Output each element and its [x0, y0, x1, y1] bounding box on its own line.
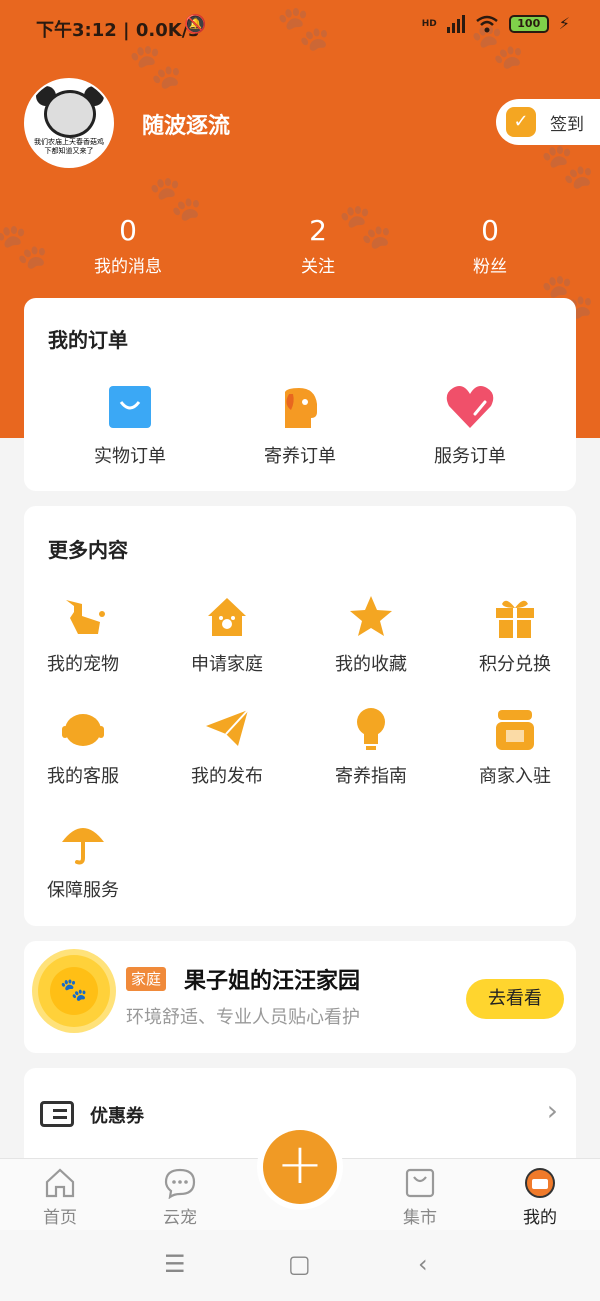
tab-mine[interactable]: 我的 [495, 1167, 585, 1228]
tab-cloud-pet[interactable]: 云宠 [135, 1167, 225, 1228]
stat-messages[interactable]: 0 我的消息 [63, 214, 193, 277]
order-label: 服务订单 [434, 446, 506, 467]
gift-icon [492, 594, 538, 640]
tab-label: 我的 [523, 1208, 557, 1228]
signal-icon [446, 14, 465, 33]
stat-label: 我的消息 [94, 257, 162, 277]
menu-icon[interactable]: ☰ [164, 1250, 186, 1278]
promo-title: 果子姐的汪汪家园 [184, 969, 361, 994]
more-item-merchant-join[interactable]: 商家入驻 [450, 706, 580, 788]
dog-icon [60, 594, 106, 640]
more-content-card: 更多内容 我的宠物 申请家庭 我的收藏 积分兑换 我的客服 我的发布 寄养指南 … [24, 506, 576, 926]
bag-icon [404, 1167, 436, 1199]
battery-level: 100 [517, 16, 541, 30]
more-item-apply-family[interactable]: 申请家庭 [162, 594, 292, 676]
panda-face-icon [44, 90, 96, 138]
battery-icon: 100 [508, 14, 549, 33]
stat-value: 0 [119, 214, 137, 247]
paw-print-decoration: 🐾 [540, 141, 595, 192]
promo-view-button[interactable]: 去看看 [466, 979, 564, 1019]
tab-label: 云宠 [163, 1208, 197, 1228]
back-icon[interactable]: ‹ [418, 1250, 428, 1278]
heart-icon [446, 384, 494, 430]
dog-icon [277, 384, 323, 430]
more-item-label: 保障服务 [47, 880, 119, 901]
order-label: 寄养订单 [264, 446, 336, 467]
status-time: 下午3:12 | 0.0K/s [36, 20, 200, 41]
username[interactable]: 随波逐流 [142, 108, 230, 140]
tab-home[interactable]: 首页 [15, 1167, 105, 1228]
more-item-favorites[interactable]: 我的收藏 [306, 594, 436, 676]
tab-market[interactable]: 集市 [375, 1167, 465, 1228]
chat-icon [164, 1167, 196, 1200]
order-physical[interactable]: 实物订单 [60, 384, 200, 468]
order-service[interactable]: 服务订单 [400, 384, 540, 468]
avatar-caption: 我们农庙上天春香菇鸡 下都知道又来了 [34, 138, 104, 155]
profile-icon [524, 1167, 556, 1199]
orders-title: 我的订单 [48, 328, 128, 352]
stat-label: 关注 [301, 257, 335, 277]
sign-in-button[interactable]: ✓ 签到 [496, 99, 600, 145]
publish-fab-button[interactable]: + [257, 1124, 343, 1210]
more-item-my-posts[interactable]: 我的发布 [162, 706, 292, 788]
status-bar: 下午3:12 | 0.0K/s 🔕 HD 100 ⚡ [0, 0, 600, 54]
promo-tag: 家庭 [126, 967, 167, 991]
stat-fans[interactable]: 0 粉丝 [425, 214, 555, 277]
promo-badge-icon: 🐾 [38, 955, 110, 1027]
system-navigation-bar: ☰ ▢ ‹ [0, 1230, 600, 1301]
home-icon [44, 1167, 76, 1199]
chevron-right-icon: › [546, 1094, 558, 1127]
more-item-label: 我的发布 [191, 766, 263, 787]
order-label: 实物订单 [94, 446, 166, 467]
more-item-label: 申请家庭 [191, 654, 263, 675]
umbrella-icon [60, 820, 106, 866]
promo-card[interactable]: 🐾 家庭 果子姐的汪汪家园 环境舒适、专业人员贴心看护 去看看 [24, 941, 576, 1053]
more-item-protection-service[interactable]: 保障服务 [18, 820, 148, 902]
more-item-label: 我的宠物 [47, 654, 119, 675]
star-icon [348, 594, 394, 640]
order-boarding[interactable]: 寄养订单 [230, 384, 370, 468]
more-item-points-exchange[interactable]: 积分兑换 [450, 594, 580, 676]
more-content-title: 更多内容 [48, 538, 128, 562]
orders-card: 我的订单 实物订单 寄养订单 服务订单 [24, 298, 576, 491]
charging-icon: ⚡ [558, 14, 570, 33]
paper-plane-icon [204, 706, 250, 752]
more-item-label: 我的客服 [47, 766, 119, 787]
tab-label: 集市 [403, 1208, 437, 1228]
sign-in-label: 签到 [550, 114, 584, 135]
lightbulb-icon [348, 706, 394, 752]
more-item-customer-service[interactable]: 我的客服 [18, 706, 148, 788]
more-item-label: 我的收藏 [335, 654, 407, 675]
stat-label: 粉丝 [473, 257, 507, 277]
network-type: HD [421, 18, 437, 29]
paw-print-decoration: 🐾 [0, 221, 49, 272]
more-item-label: 积分兑换 [479, 654, 551, 675]
stat-value: 0 [481, 214, 499, 247]
stat-value: 2 [309, 214, 327, 247]
shopping-bag-icon [107, 384, 153, 430]
more-item-boarding-guide[interactable]: 寄养指南 [306, 706, 436, 788]
wifi-icon [475, 15, 498, 32]
coupon-icon [40, 1101, 74, 1127]
tab-label: 首页 [43, 1208, 77, 1228]
stat-following[interactable]: 2 关注 [253, 214, 383, 277]
coupon-label: 优惠券 [90, 1106, 144, 1127]
calendar-check-icon: ✓ [506, 107, 536, 137]
more-item-label: 寄养指南 [335, 766, 407, 787]
plus-icon: + [263, 1130, 337, 1204]
more-item-my-pets[interactable]: 我的宠物 [18, 594, 148, 676]
shop-icon [492, 706, 538, 752]
mute-icon: 🔕 [184, 14, 207, 35]
headset-icon [60, 706, 106, 752]
house-icon [204, 594, 250, 640]
home-square-icon[interactable]: ▢ [288, 1250, 311, 1278]
promo-description: 环境舒适、专业人员贴心看护 [126, 1007, 360, 1028]
avatar[interactable]: 我们农庙上天春香菇鸡 下都知道又来了 [24, 78, 114, 168]
more-item-label: 商家入驻 [479, 766, 551, 787]
